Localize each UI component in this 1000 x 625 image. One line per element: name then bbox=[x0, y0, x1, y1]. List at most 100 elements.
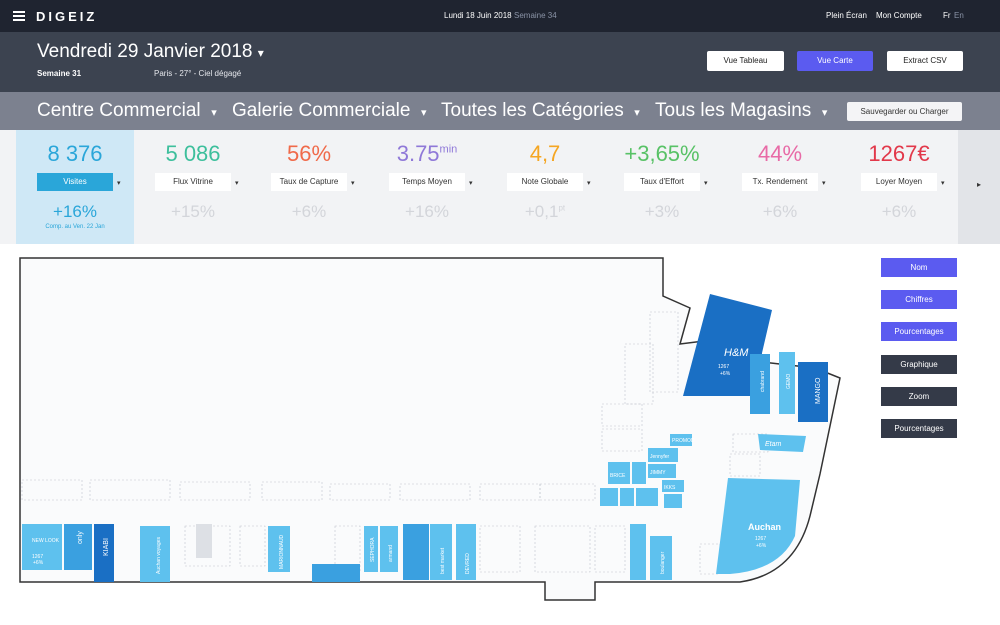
chevron-down-icon[interactable]: ▾ bbox=[351, 179, 355, 187]
chevron-down-icon[interactable]: ▾ bbox=[587, 179, 591, 187]
chevron-down-icon[interactable]: ▾ bbox=[235, 179, 239, 187]
kpi-change-text: +16% bbox=[405, 202, 449, 221]
store-auchan-voyages[interactable] bbox=[140, 526, 170, 582]
chevron-down-icon: ▾ bbox=[421, 107, 427, 119]
store-promod-label: PROMOD bbox=[672, 438, 695, 444]
kpi-unit: min bbox=[439, 143, 458, 156]
store-sephora-label: SEPHORA bbox=[370, 537, 376, 562]
kpi-change: +6% bbox=[250, 202, 368, 222]
fullscreen-link[interactable]: Plein Écran bbox=[826, 11, 867, 20]
date-selector[interactable]: Vendredi 29 Janvier 2018 ▾ bbox=[37, 41, 264, 63]
chevron-down-icon: ▾ bbox=[821, 107, 828, 119]
chevron-down-icon[interactable]: ▾ bbox=[941, 179, 945, 187]
kpi-value-text: 8 376 bbox=[47, 141, 103, 166]
kpi-value-text: 44% bbox=[757, 141, 803, 166]
kpi-change: +15% bbox=[134, 202, 252, 222]
header: Vendredi 29 Janvier 2018 ▾ Semaine 31 Pa… bbox=[0, 32, 1000, 92]
store-filter-label: Tous les Magasins bbox=[655, 100, 812, 121]
chevron-down-icon[interactable]: ▾ bbox=[117, 179, 121, 187]
kpi-row: 8 376 Visites ▾ +16% Comp. au Ven. 22 Ja… bbox=[0, 130, 1000, 244]
store-brice-label: BRICE bbox=[610, 473, 626, 479]
chevron-down-icon[interactable]: ▾ bbox=[704, 179, 708, 187]
lang-en[interactable]: En bbox=[954, 11, 964, 20]
kpi-change-text: +16% bbox=[53, 202, 97, 221]
week-label: Semaine 31 bbox=[37, 69, 82, 78]
store-unit[interactable] bbox=[632, 462, 646, 484]
chevron-down-icon: ▾ bbox=[634, 107, 640, 119]
gallery-filter-label: Galerie Commerciale bbox=[232, 100, 411, 121]
kpi-change-text: +15% bbox=[171, 202, 215, 221]
kpi-metric-select[interactable]: Visites bbox=[37, 173, 113, 191]
kpi-change-text: +0,1 bbox=[524, 202, 559, 221]
kpi-metric-select[interactable]: Note Globale bbox=[507, 173, 583, 191]
map-figures-button[interactable]: Chiffres bbox=[881, 290, 957, 309]
kpi-yield-rate[interactable]: 44% Tx. Rendement ▾ +6% bbox=[721, 130, 839, 244]
store-jennyfer-label: Jennyfer bbox=[650, 454, 670, 460]
csv-export-button[interactable]: Extract CSV bbox=[887, 51, 963, 71]
kpi-capture-rate[interactable]: 56% Taux de Capture ▾ +6% bbox=[250, 130, 368, 244]
store-only-label: only bbox=[77, 531, 84, 544]
kpi-value-text: 4,7 bbox=[529, 141, 561, 166]
menu-icon[interactable] bbox=[13, 11, 25, 21]
map-percentages-button[interactable]: Pourcentages bbox=[881, 322, 957, 341]
kpi-metric-select[interactable]: Temps Moyen bbox=[389, 173, 465, 191]
store-etam-label: Etam bbox=[765, 441, 782, 448]
store-armand-label: armand bbox=[388, 545, 394, 562]
chevron-down-icon: ▾ bbox=[257, 46, 264, 60]
store-chabrand-label: chabrand bbox=[760, 371, 766, 392]
kpi-avg-rent[interactable]: 1267€ Loyer Moyen ▾ +6% bbox=[840, 130, 958, 244]
store-unit[interactable] bbox=[312, 564, 360, 582]
kpi-change-text: +3% bbox=[644, 202, 680, 221]
top-bar: DIGEIZ Lundi 18 Juin 2018 Semaine 34 Ple… bbox=[0, 0, 1000, 32]
store-unit[interactable] bbox=[664, 494, 682, 508]
store-boulanger-label: boulanger bbox=[660, 551, 666, 574]
kpi-effort-rate[interactable]: +3,65% Taux d'Effort ▾ +3% bbox=[603, 130, 721, 244]
store-unit[interactable] bbox=[630, 524, 646, 580]
store-mango[interactable] bbox=[798, 362, 828, 422]
gallery-filter[interactable]: Galerie Commerciale ▾ bbox=[232, 100, 427, 122]
store-only[interactable] bbox=[64, 524, 92, 570]
kpi-change: +16% bbox=[368, 202, 486, 222]
kpi-change-text: +6% bbox=[881, 202, 917, 221]
store-unit[interactable] bbox=[600, 488, 618, 506]
floor-plan: H&M 1267 +6% chabrand GEMO MANGO Etam Au… bbox=[19, 257, 841, 601]
kpi-window-flow[interactable]: 5 086 Flux Vitrine ▾ +15% bbox=[134, 130, 252, 244]
lang-fr[interactable]: Fr bbox=[943, 11, 951, 20]
chevron-down-icon[interactable]: ▾ bbox=[822, 179, 826, 187]
kpi-value: 1267€ bbox=[840, 141, 958, 167]
store-unit[interactable] bbox=[620, 488, 634, 506]
map-view-button[interactable]: Vue Carte bbox=[797, 51, 873, 71]
kpi-metric-select[interactable]: Taux de Capture bbox=[271, 173, 347, 191]
kpi-value: +3,65% bbox=[603, 141, 721, 167]
kpi-metric-select[interactable]: Loyer Moyen bbox=[861, 173, 937, 191]
kpi-change-text: +6% bbox=[762, 202, 798, 221]
kpi-value: 8 376 bbox=[16, 141, 134, 167]
kpi-next-arrow-icon[interactable]: ▸ bbox=[958, 130, 1000, 244]
map-graph-button[interactable]: Graphique bbox=[881, 355, 957, 374]
category-filter[interactable]: Toutes les Catégories ▾ bbox=[441, 100, 640, 122]
kpi-metric-select[interactable]: Taux d'Effort bbox=[624, 173, 700, 191]
kpi-visits[interactable]: 8 376 Visites ▾ +16% Comp. au Ven. 22 Ja… bbox=[16, 130, 134, 244]
kpi-change-text: +6% bbox=[291, 202, 327, 221]
service-area bbox=[196, 524, 212, 558]
map-name-button[interactable]: Nom bbox=[881, 258, 957, 277]
map-zoom-button[interactable]: Zoom bbox=[881, 387, 957, 406]
account-link[interactable]: Mon Compte bbox=[876, 11, 922, 20]
kpi-global-rating[interactable]: 4,7 Note Globale ▾ +0,1pt bbox=[486, 130, 604, 244]
save-load-button[interactable]: Sauvegarder ou Charger bbox=[847, 102, 962, 121]
store-bestmarket-label: best market bbox=[440, 547, 446, 574]
kpi-metric-select[interactable]: Flux Vitrine bbox=[155, 173, 231, 191]
kpi-value-text: 5 086 bbox=[165, 141, 221, 166]
center-filter[interactable]: Centre Commercial ▾ bbox=[37, 100, 217, 122]
table-view-button[interactable]: Vue Tableau bbox=[707, 51, 784, 71]
kpi-change: +16% bbox=[16, 202, 134, 222]
chevron-down-icon[interactable]: ▾ bbox=[469, 179, 473, 187]
kpi-metric-select[interactable]: Tx. Rendement bbox=[742, 173, 818, 191]
category-filter-label: Toutes les Catégories bbox=[441, 100, 624, 121]
store-kiabi-label: KIABI bbox=[103, 538, 110, 556]
kpi-avg-time[interactable]: 3.75min Temps Moyen ▾ +16% bbox=[368, 130, 486, 244]
store-filter[interactable]: Tous les Magasins ▾ bbox=[655, 100, 827, 122]
store-unit[interactable] bbox=[403, 524, 429, 580]
store-unit[interactable] bbox=[636, 488, 658, 506]
map-percentages-dark-button[interactable]: Pourcentages bbox=[881, 419, 957, 438]
